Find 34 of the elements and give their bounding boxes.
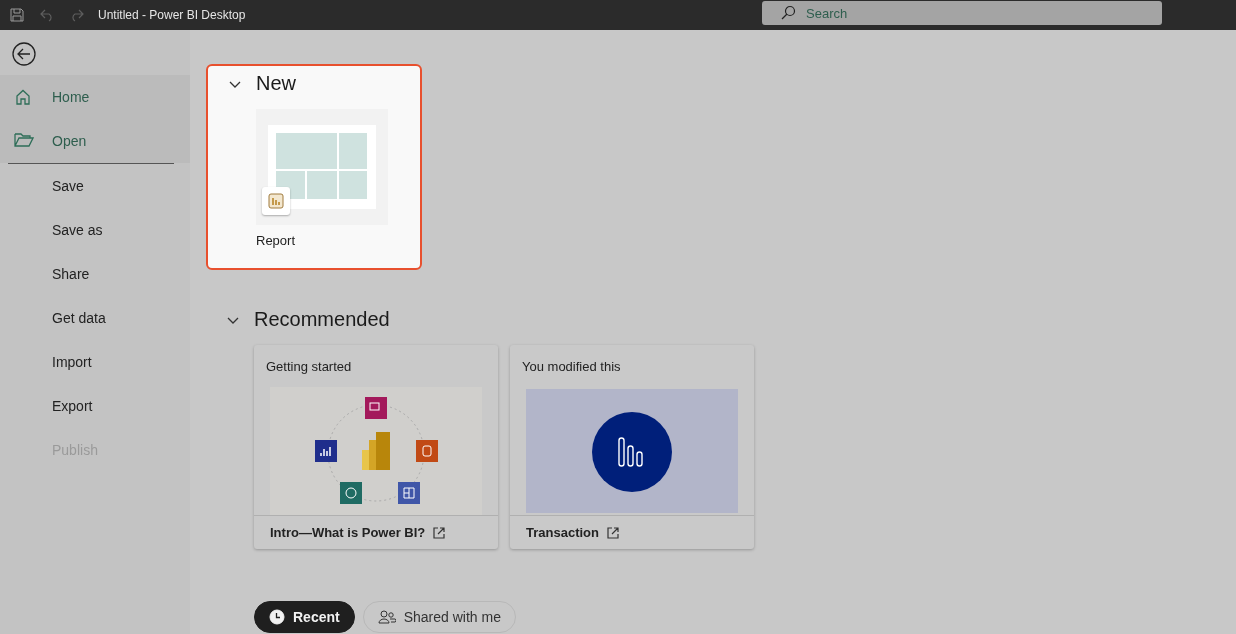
external-link-icon [433, 526, 446, 539]
section-title: New [256, 72, 296, 95]
report-thumbnail[interactable] [256, 109, 388, 225]
section-title: Recommended [254, 308, 390, 331]
clock-icon [269, 609, 285, 625]
sidebar-item[interactable]: Share [0, 252, 190, 296]
people-icon [377, 610, 396, 624]
tab[interactable]: Recent [254, 601, 355, 633]
undo-icon[interactable] [40, 8, 54, 22]
external-link-icon [606, 526, 619, 539]
redo-icon[interactable] [70, 8, 84, 22]
card-heading: Getting started [266, 359, 353, 374]
card-heading: You modified this [522, 359, 622, 374]
sidebar-item[interactable]: Home [0, 75, 190, 119]
home-icon [14, 88, 32, 106]
folder-icon [14, 132, 34, 148]
sidebar-item[interactable]: Save [0, 164, 190, 208]
sidebar-item[interactable]: Export [0, 384, 190, 428]
sidebar-item[interactable]: Import [0, 340, 190, 384]
recommended-card[interactable]: You modified this Transaction [510, 345, 754, 549]
recommended-card[interactable]: Getting started Intro—What is Power BI? [254, 345, 498, 549]
card-title[interactable]: Transaction [526, 525, 599, 540]
search-field[interactable]: Search [762, 1, 1162, 25]
window-title: Untitled - Power BI Desktop [98, 8, 246, 22]
card-title[interactable]: Intro—What is Power BI? [270, 525, 426, 540]
tile-label[interactable]: Report [256, 233, 390, 248]
bar-chart-icon [262, 187, 290, 215]
sidebar-item[interactable]: Save as [0, 208, 190, 252]
save-icon[interactable] [10, 8, 24, 22]
tab[interactable]: Shared with me [362, 601, 516, 633]
search-icon [780, 5, 796, 21]
sidebar-item[interactable]: Open [0, 119, 190, 163]
layout-grid-icon [268, 125, 376, 209]
sidebar-item[interactable]: Get data [0, 296, 190, 340]
